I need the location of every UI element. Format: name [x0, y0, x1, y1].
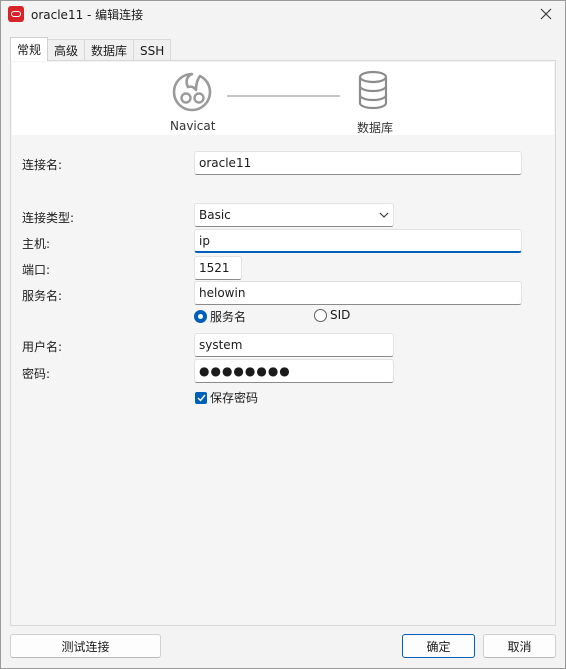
radio-service-name-label: 服务名: [210, 310, 247, 324]
tab-general[interactable]: 常规: [10, 37, 49, 61]
checkbox-checked-icon: [195, 391, 207, 404]
tab-bar: 常规 高级 数据库 SSH: [10, 37, 172, 61]
tab-database[interactable]: 数据库: [84, 39, 135, 61]
connection-banner: Navicat 数据库: [12, 62, 554, 135]
connection-line: [227, 95, 340, 97]
edit-connection-dialog: oracle11 - 编辑连接 常规 高级 数据库 SSH Navicat 数据…: [0, 0, 566, 669]
connection-name-input[interactable]: oracle11: [194, 151, 522, 175]
tab-advanced[interactable]: 高级: [47, 39, 86, 61]
radio-sid-label: SID: [330, 308, 351, 322]
radio-unchecked-icon: [314, 308, 327, 322]
host-label: 主机:: [22, 237, 51, 251]
database-label: 数据库: [357, 121, 394, 135]
ok-button[interactable]: 确定: [402, 634, 475, 658]
username-input[interactable]: system: [194, 333, 394, 357]
title-bar: oracle11 - 编辑连接: [1, 1, 565, 27]
connection-type-select[interactable]: Basic: [194, 203, 394, 227]
save-password-checkbox[interactable]: 保存密码: [195, 389, 258, 406]
test-connection-button[interactable]: 测试连接: [10, 634, 161, 658]
navicat-label: Navicat: [170, 119, 216, 133]
service-name-input[interactable]: helowin: [194, 281, 522, 305]
host-input[interactable]: ip: [194, 229, 522, 253]
password-mask: ●●●●●●●●: [199, 364, 291, 378]
connection-type-value: Basic: [199, 208, 231, 222]
username-label: 用户名:: [22, 340, 63, 354]
tab-ssh[interactable]: SSH: [133, 39, 172, 61]
navicat-logo-icon: [172, 72, 212, 112]
radio-checked-icon: [194, 310, 207, 323]
chevron-down-icon: [379, 212, 389, 218]
connection-type-label: 连接类型:: [22, 211, 75, 225]
service-name-label: 服务名:: [22, 289, 63, 303]
oracle-icon: [8, 6, 24, 22]
radio-service-name[interactable]: 服务名: [194, 308, 246, 325]
save-password-label: 保存密码: [210, 391, 259, 405]
general-panel: Navicat 数据库 连接名: oracle11 连接类型: Basic 主机…: [10, 60, 556, 626]
radio-sid[interactable]: SID: [314, 308, 350, 322]
database-icon: [358, 70, 388, 110]
cancel-button[interactable]: 取消: [483, 634, 556, 658]
port-label: 端口:: [22, 263, 51, 277]
close-icon: [540, 8, 552, 20]
password-input[interactable]: ●●●●●●●●: [194, 359, 394, 383]
port-input[interactable]: 1521: [194, 256, 242, 280]
password-label: 密码:: [22, 367, 51, 381]
window-title: oracle11 - 编辑连接: [31, 7, 144, 22]
close-button[interactable]: [535, 4, 557, 24]
connection-name-label: 连接名:: [22, 158, 63, 172]
